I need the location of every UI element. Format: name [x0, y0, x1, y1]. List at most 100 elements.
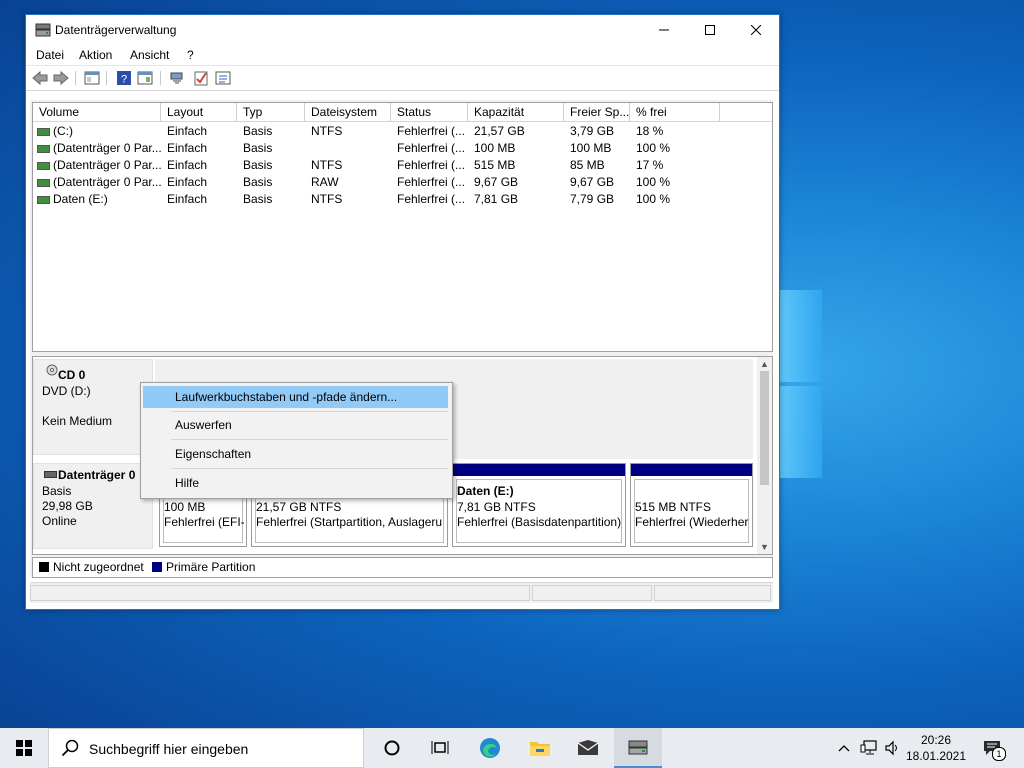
forward-arrow-icon[interactable]	[53, 70, 69, 86]
column-header-layout[interactable]: Layout	[161, 103, 237, 121]
clock-date: 18.01.2021	[905, 749, 967, 763]
partition-size: 515 MB NTFS	[635, 500, 712, 514]
connect-icon[interactable]	[169, 70, 185, 86]
column-header-volume[interactable]: Volume	[33, 103, 161, 121]
partition-size: 100 MB	[164, 500, 206, 514]
list-view-icon[interactable]	[215, 70, 231, 86]
cell-layout: Einfach	[167, 141, 208, 155]
menu-ansicht[interactable]: Ansicht	[130, 48, 169, 62]
disk-0-state: Online	[42, 514, 77, 528]
title-bar[interactable]: Datenträgerverwaltung	[26, 15, 779, 45]
cd-0-header[interactable]: CD 0 DVD (D:) Kein Medium	[33, 359, 153, 455]
taskbar: Suchbegriff hier eingeben 20:26 18.01.20…	[0, 728, 1024, 768]
partition-status: Fehlerfrei (Basisdatenpartition)	[457, 515, 622, 529]
scroll-up-icon[interactable]: ▲	[757, 357, 772, 371]
edge-button[interactable]	[466, 728, 514, 768]
disk-management-app-icon	[35, 23, 51, 37]
cell-volume: (C:)	[53, 124, 73, 138]
table-row[interactable]: (C:) Einfach Basis NTFS Fehlerfrei (... …	[33, 123, 772, 140]
search-icon	[61, 739, 79, 757]
volume-list[interactable]: Volume Layout Typ Dateisystem Status Kap…	[32, 102, 773, 352]
scroll-thumb[interactable]	[760, 371, 769, 485]
partition-daten-e[interactable]: Daten (E:) 7,81 GB NTFS Fehlerfrei (Basi…	[452, 463, 626, 547]
cell-kapazitaet: 100 MB	[474, 141, 516, 155]
partition-title: Daten (E:)	[457, 484, 514, 498]
network-icon	[860, 740, 877, 755]
network-button[interactable]	[857, 728, 881, 768]
table-row[interactable]: Daten (E:) Einfach Basis NTFS Fehlerfrei…	[33, 191, 772, 208]
table-row[interactable]: (Datenträger 0 Par... Einfach Basis NTFS…	[33, 157, 772, 174]
taskbar-search-box[interactable]: Suchbegriff hier eingeben	[48, 728, 364, 768]
cell-dateisystem: NTFS	[311, 192, 343, 206]
partition-status: Fehlerfrei (EFI-	[164, 515, 244, 529]
help-icon[interactable]: ?	[116, 70, 132, 86]
search-placeholder: Suchbegriff hier eingeben	[89, 741, 249, 757]
cell-prozent-frei: 100 %	[636, 192, 671, 206]
menu-help[interactable]: ?	[187, 48, 194, 62]
partition-recovery[interactable]: 515 MB NTFS Fehlerfrei (Wiederher	[630, 463, 753, 547]
start-button[interactable]	[0, 728, 48, 768]
menu-item-change-drive-letter[interactable]: Laufwerkbuchstaben und -pfade ändern...	[143, 386, 448, 408]
disk-management-window[interactable]: Datenträgerverwaltung Datei Aktion Ansic…	[25, 14, 780, 610]
scroll-down-icon[interactable]: ▼	[757, 540, 772, 554]
disk-management-taskbar-button[interactable]	[614, 728, 662, 768]
show-hidden-icons-button[interactable]	[834, 728, 854, 768]
menu-datei[interactable]: Datei	[36, 48, 64, 62]
file-explorer-button[interactable]	[516, 728, 564, 768]
legend-unallocated: Nicht zugeordnet	[53, 560, 144, 574]
menu-item-eject[interactable]: Auswerfen	[143, 414, 448, 436]
minimize-button[interactable]	[641, 15, 687, 45]
back-arrow-icon[interactable]	[32, 70, 48, 86]
partition-status: Fehlerfrei (Wiederher	[635, 515, 749, 529]
chevron-up-icon	[838, 745, 850, 752]
column-header-kapazitaet[interactable]: Kapazität	[468, 103, 564, 121]
cell-freier-speicher: 85 MB	[570, 158, 605, 172]
legend-swatch-unallocated	[39, 562, 49, 572]
cell-dateisystem: NTFS	[311, 124, 343, 138]
disk-0-size: 29,98 GB	[42, 499, 93, 513]
cell-status: Fehlerfrei (...	[397, 141, 466, 155]
legend-swatch-primary	[152, 562, 162, 572]
disk-view-scrollbar[interactable]: ▲ ▼	[757, 357, 772, 554]
windows-start-icon	[16, 740, 32, 756]
table-row[interactable]: (Datenträger 0 Par... Einfach Basis RAW …	[33, 174, 772, 191]
disk-icon	[44, 471, 57, 478]
toolbar: ?	[26, 65, 779, 91]
cortana-button[interactable]	[368, 728, 416, 768]
notification-count-badge: 1	[992, 747, 1006, 761]
cd-media-status: Kein Medium	[42, 414, 113, 428]
menu-aktion[interactable]: Aktion	[79, 48, 112, 62]
disk-0-name: Datenträger 0	[58, 468, 136, 482]
cell-volume: (Datenträger 0 Par...	[53, 141, 161, 155]
clock-time: 20:26	[920, 733, 952, 747]
check-list-icon[interactable]	[193, 70, 209, 86]
cd-name: CD 0	[58, 368, 86, 382]
partition-size: 21,57 GB NTFS	[256, 500, 342, 514]
mail-button[interactable]	[564, 728, 612, 768]
disk-0-header[interactable]: Datenträger 0 Basis 29,98 GB Online	[33, 463, 153, 549]
close-icon	[751, 25, 761, 35]
clock[interactable]: 20:26 18.01.2021	[898, 732, 974, 764]
column-header-prozent-frei[interactable]: % frei	[630, 103, 720, 121]
partition-status: Fehlerfrei (Startpartition, Auslageru	[256, 515, 443, 529]
close-button[interactable]	[733, 15, 779, 45]
legend-primary: Primäre Partition	[166, 560, 256, 574]
menu-item-properties[interactable]: Eigenschaften	[143, 443, 448, 465]
column-header-freier-speicher[interactable]: Freier Sp...	[564, 103, 630, 121]
table-row[interactable]: (Datenträger 0 Par... Einfach Basis Fehl…	[33, 140, 772, 157]
action-center-button[interactable]: 1	[978, 728, 1006, 768]
cell-dateisystem	[305, 140, 391, 157]
cell-kapazitaet: 515 MB	[474, 158, 516, 172]
menu-item-help[interactable]: Hilfe	[143, 472, 448, 494]
folder-icon	[530, 742, 550, 756]
column-header-dateisystem[interactable]: Dateisystem	[305, 103, 391, 121]
column-header-typ[interactable]: Typ	[237, 103, 305, 121]
console-tree-icon[interactable]	[84, 70, 100, 86]
column-header-status[interactable]: Status	[391, 103, 468, 121]
task-view-button[interactable]	[416, 728, 464, 768]
properties-pane-icon[interactable]	[137, 70, 153, 86]
maximize-button[interactable]	[687, 15, 733, 45]
status-bar	[30, 582, 773, 603]
cell-freier-speicher: 100 MB	[570, 141, 612, 155]
cell-volume: (Datenträger 0 Par...	[53, 158, 161, 172]
